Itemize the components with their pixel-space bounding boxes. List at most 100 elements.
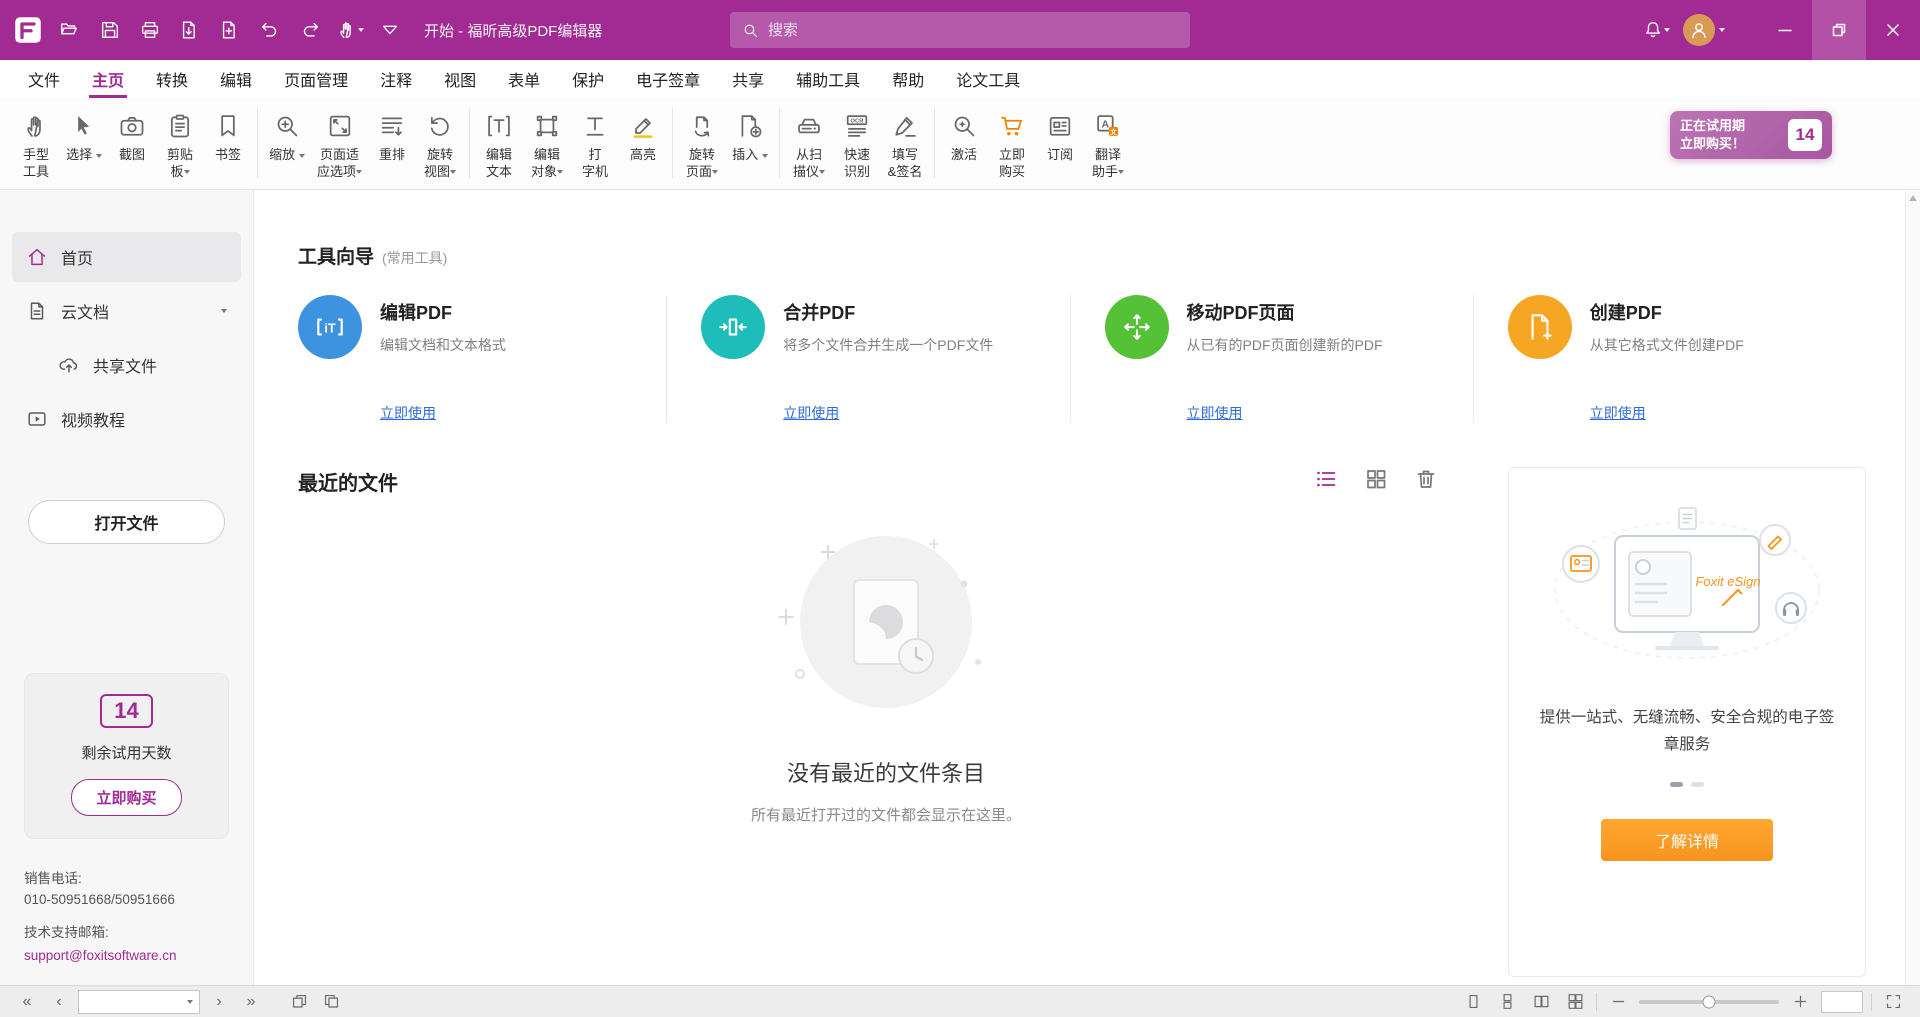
save-button[interactable] <box>90 8 130 52</box>
zoom-slider-thumb[interactable] <box>1703 995 1716 1008</box>
customize-toolbar-button[interactable] <box>370 8 410 52</box>
ribbon-fill-sign[interactable]: 填写 &签名 <box>881 106 929 183</box>
clear-recent-button[interactable] <box>1414 467 1438 496</box>
zoom-in-button[interactable] <box>1787 990 1813 1014</box>
print-button[interactable] <box>130 8 170 52</box>
minimize-button[interactable] <box>1758 0 1812 60</box>
hand-mode-button[interactable] <box>330 8 370 52</box>
ribbon-clipboard[interactable]: 剪贴 板 <box>156 106 204 183</box>
open-file-button[interactable] <box>50 8 90 52</box>
ribbon-typewriter[interactable]: 打 字机 <box>571 106 619 183</box>
facing-continuous-view-button[interactable] <box>1562 990 1588 1014</box>
menu-home[interactable]: 主页 <box>76 60 140 98</box>
last-page-button[interactable]: » <box>238 990 264 1014</box>
menu-help[interactable]: 帮助 <box>876 60 940 98</box>
zoom-value-box[interactable] <box>1821 991 1863 1013</box>
continuous-view-button[interactable] <box>1494 990 1520 1014</box>
export-pdf-button[interactable] <box>170 8 210 52</box>
ribbon-rotate-view[interactable]: 旋转 视图 <box>416 106 464 183</box>
tools-guide-subtitle: (常用工具) <box>382 248 447 268</box>
contact-info: 销售电话: 010-50951668/50951666 技术支持邮箱: supp… <box>24 869 229 967</box>
open-file-pill-button[interactable]: 打开文件 <box>28 500 225 544</box>
scroll-up-arrow-icon[interactable] <box>1909 195 1917 201</box>
move-pdf-pages-icon <box>1105 295 1169 359</box>
menu-page-management[interactable]: 页面管理 <box>268 60 364 98</box>
use-now-link[interactable]: 立即使用 <box>380 403 640 423</box>
ribbon-select[interactable]: 选择 <box>60 106 108 166</box>
ribbon-insert[interactable]: 插入 <box>726 106 774 166</box>
recent-files-section: 最近的文件 <box>298 467 1474 985</box>
previous-page-button[interactable]: ‹ <box>46 990 72 1014</box>
use-now-link[interactable]: 立即使用 <box>1590 403 1850 423</box>
sidebar-item-video-tutorials[interactable]: 视频教程 <box>12 394 241 444</box>
menu-esign[interactable]: 电子签章 <box>620 60 716 98</box>
card-edit-pdf: iT 编辑PDF 编辑文档和文本格式 立即使用 <box>298 295 666 423</box>
account-button[interactable] <box>1676 8 1732 52</box>
carousel-dot[interactable] <box>1691 782 1704 787</box>
ribbon-from-scanner[interactable]: 从扫 描仪 <box>785 106 833 183</box>
redo-button[interactable] <box>290 8 330 52</box>
carousel-dot-active[interactable] <box>1670 782 1683 787</box>
zoom-out-button[interactable] <box>1605 990 1631 1014</box>
menu-form[interactable]: 表单 <box>492 60 556 98</box>
ribbon-edit-text[interactable]: 编辑 文本 <box>475 106 523 183</box>
page-number-combo[interactable] <box>78 990 200 1014</box>
support-email-link[interactable]: support@foxitsoftware.cn <box>24 946 229 967</box>
list-view-button[interactable] <box>1314 467 1338 496</box>
ribbon-activate[interactable]: 激活 <box>940 106 988 166</box>
menu-view[interactable]: 视图 <box>428 60 492 98</box>
facing-view-button[interactable] <box>1528 990 1554 1014</box>
ribbon-buy-now[interactable]: 立即 购买 <box>988 106 1036 183</box>
ribbon-reflow[interactable]: 重排 <box>368 106 416 166</box>
search-input[interactable] <box>768 22 1178 39</box>
first-page-button[interactable]: « <box>14 990 40 1014</box>
ribbon-edit-object[interactable]: 编辑 对象 <box>523 106 571 183</box>
page-number-input[interactable] <box>85 994 181 1009</box>
ribbon-hand-tool[interactable]: 手型 工具 <box>12 106 60 183</box>
learn-more-button[interactable]: 了解详情 <box>1601 819 1773 861</box>
search-box[interactable] <box>730 12 1190 48</box>
menu-edit[interactable]: 编辑 <box>204 60 268 98</box>
menu-paper-tools[interactable]: 论文工具 <box>940 60 1036 98</box>
notifications-button[interactable] <box>1636 8 1676 52</box>
expand-caret-icon[interactable] <box>221 309 227 313</box>
menu-protect[interactable]: 保护 <box>556 60 620 98</box>
menu-comment[interactable]: 注释 <box>364 60 428 98</box>
menu-share[interactable]: 共享 <box>716 60 780 98</box>
ribbon-translate-assistant[interactable]: A文 翻译 助手 <box>1084 106 1132 183</box>
vertical-scrollbar[interactable] <box>1905 190 1920 985</box>
esign-illustration: Foxit eSign <box>1537 502 1837 674</box>
sidebar-item-shared-files[interactable]: 共享文件 <box>12 340 241 390</box>
ribbon-quick-ocr[interactable]: OCR 快速 识别 <box>833 106 881 183</box>
undo-button[interactable] <box>250 8 290 52</box>
menu-convert[interactable]: 转换 <box>140 60 204 98</box>
use-now-link[interactable]: 立即使用 <box>783 403 1043 423</box>
foxit-logo-icon <box>10 12 46 48</box>
zoom-slider[interactable] <box>1639 1000 1779 1004</box>
ribbon-page-fit[interactable]: 页面适 应选项 <box>311 106 368 183</box>
camera-icon <box>118 108 146 144</box>
restore-button[interactable] <box>1812 0 1866 60</box>
fill-sign-icon <box>891 108 919 144</box>
ribbon-subscribe[interactable]: 订阅 <box>1036 106 1084 166</box>
trial-purchase-badge[interactable]: 正在试用期 立即购买！ 14 <box>1670 111 1832 159</box>
menu-file[interactable]: 文件 <box>12 60 76 98</box>
grid-view-button[interactable] <box>1364 467 1388 496</box>
sidebar-item-home[interactable]: 首页 <box>12 232 241 282</box>
menu-accessibility[interactable]: 辅助工具 <box>780 60 876 98</box>
fullscreen-button[interactable] <box>1880 990 1906 1014</box>
single-page-view-button[interactable] <box>1460 990 1486 1014</box>
create-document-button[interactable] <box>210 8 250 52</box>
ribbon-zoom[interactable]: 缩放 <box>263 106 311 166</box>
sidebar-item-cloud-docs[interactable]: 云文档 <box>12 286 241 336</box>
next-view-button[interactable] <box>318 990 344 1014</box>
close-button[interactable] <box>1866 0 1920 60</box>
previous-view-button[interactable] <box>286 990 312 1014</box>
ribbon-rotate-pages[interactable]: 旋转 页面 <box>678 106 726 183</box>
ribbon-highlight[interactable]: 高亮 <box>619 106 667 166</box>
ribbon-snapshot[interactable]: 截图 <box>108 106 156 166</box>
ribbon-bookmark[interactable]: 书签 <box>204 106 252 166</box>
next-page-button[interactable]: › <box>206 990 232 1014</box>
buy-now-pill-button[interactable]: 立即购买 <box>71 779 181 816</box>
use-now-link[interactable]: 立即使用 <box>1187 403 1447 423</box>
